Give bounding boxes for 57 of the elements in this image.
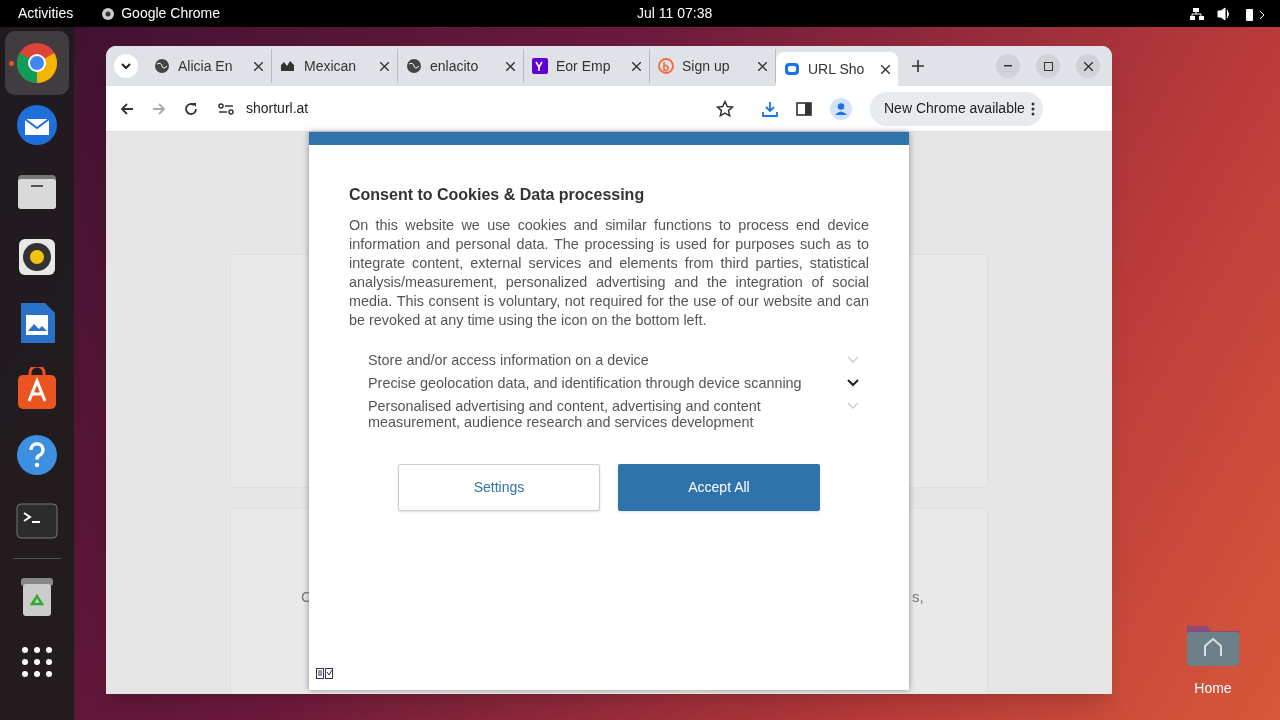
consent-text: On this website we use cookies and similar functions to process end device information and personal data. The processing is used for purposes such as to integrate content, external services and elements from third parties, statistical analysis/measurement, personalized advertising and the integration of social media. This consent is voluntary, not required for the use of our website and can be revoked at any time using the icon on the bottom left. bbox=[349, 216, 869, 330]
purpose-row[interactable]: Store and/or access information on a device bbox=[368, 352, 869, 368]
favicon-icon bbox=[784, 61, 800, 77]
tab-search-button[interactable] bbox=[114, 54, 138, 78]
download-icon[interactable] bbox=[762, 100, 778, 117]
new-tab-icon[interactable] bbox=[912, 60, 924, 72]
url-text: shorturl.at bbox=[246, 99, 309, 118]
favicon-icon bbox=[406, 58, 422, 74]
maximize-icon bbox=[1043, 61, 1053, 71]
shopping-bag-icon[interactable] bbox=[15, 367, 59, 411]
close-tab-icon[interactable] bbox=[380, 61, 389, 71]
minimize-icon bbox=[1004, 65, 1012, 67]
close-tab-icon[interactable] bbox=[758, 61, 767, 71]
close-tab-icon[interactable] bbox=[506, 61, 515, 71]
dock-item-highlight[interactable] bbox=[5, 31, 69, 95]
minimize-button[interactable] bbox=[996, 54, 1020, 78]
more-icon bbox=[1030, 101, 1035, 116]
close-tab-icon[interactable] bbox=[254, 61, 263, 71]
favicon-icon bbox=[658, 58, 674, 74]
clock[interactable]: Jul 11 07:38 bbox=[637, 3, 713, 24]
privacy-settings-icon[interactable] bbox=[316, 668, 333, 679]
browser-tab[interactable]: Alicia En bbox=[146, 49, 272, 83]
browser-icon[interactable] bbox=[15, 41, 59, 85]
bookmark-star-icon[interactable] bbox=[716, 99, 734, 118]
home-label[interactable]: Home bbox=[1194, 678, 1232, 699]
purpose-row[interactable]: Precise geolocation data, and identification through device scanning bbox=[368, 375, 869, 391]
chevron-down-icon[interactable] bbox=[847, 379, 859, 387]
dialog-title: Consent to Cookies & Data processing bbox=[349, 185, 646, 205]
close-tab-icon[interactable] bbox=[881, 64, 890, 74]
mail-icon[interactable] bbox=[15, 103, 59, 147]
favicon-icon bbox=[280, 58, 296, 74]
page-text-fragment: s, bbox=[912, 587, 924, 607]
profile-icon[interactable] bbox=[830, 97, 852, 120]
close-tab-icon[interactable] bbox=[632, 61, 641, 71]
close-icon bbox=[1083, 61, 1093, 71]
app-icon bbox=[101, 6, 116, 21]
favicon-icon bbox=[154, 58, 170, 74]
site-settings-icon[interactable] bbox=[218, 102, 234, 115]
favicon-icon bbox=[532, 58, 548, 74]
reload-icon[interactable] bbox=[184, 101, 198, 116]
chevron-down-icon bbox=[121, 63, 131, 69]
browser-tab[interactable]: Eor Emp bbox=[524, 49, 650, 83]
maximize-button[interactable] bbox=[1036, 54, 1060, 78]
activities-button[interactable]: Activities bbox=[18, 3, 74, 24]
running-indicator bbox=[9, 61, 14, 66]
update-button[interactable]: New Chrome available bbox=[870, 91, 1043, 126]
purpose-row[interactable]: Personalised advertising and content, advertising and content measurement, audience research and services development bbox=[368, 398, 869, 430]
app-menu[interactable]: Google Chrome bbox=[121, 3, 221, 24]
back-icon[interactable] bbox=[120, 101, 134, 116]
settings-button[interactable]: Settings bbox=[398, 464, 600, 511]
browser-tab[interactable]: enlacito bbox=[398, 49, 524, 83]
browser-tab[interactable]: URL Sho bbox=[776, 52, 898, 86]
accept-all-button[interactable]: Accept All bbox=[618, 464, 820, 511]
help-icon[interactable] bbox=[15, 433, 59, 477]
browser-tab[interactable]: Mexican bbox=[272, 49, 398, 83]
close-button[interactable] bbox=[1076, 54, 1100, 78]
side-panel-icon[interactable] bbox=[796, 100, 812, 117]
